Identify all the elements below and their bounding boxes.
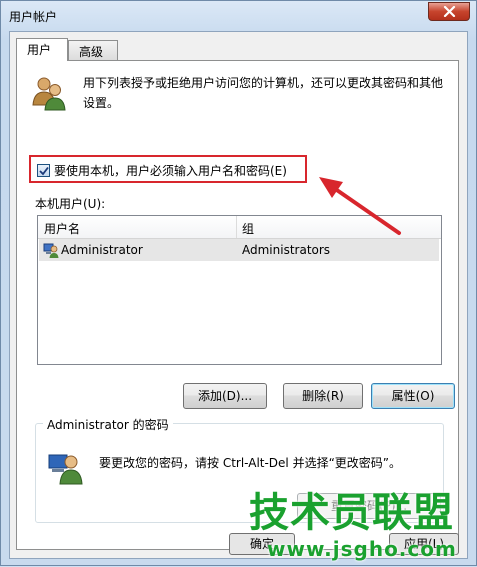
- user-password-icon: [48, 454, 83, 485]
- local-users-label: 本机用户(U):: [35, 197, 106, 211]
- require-login-row[interactable]: 要使用本机，用户必须输入用户名和密码(E): [37, 162, 287, 179]
- intro-text: 用下列表授予或拒绝用户访问您的计算机，还可以更改其密码和其他设置。: [83, 76, 444, 110]
- tab-users-label: 用户: [27, 43, 52, 57]
- column-divider[interactable]: [236, 216, 237, 238]
- close-icon: [443, 6, 456, 17]
- password-group-title: Administrator 的密码: [43, 416, 173, 433]
- column-header-username[interactable]: 用户名: [44, 220, 80, 237]
- remove-user-button[interactable]: 删除(R): [283, 383, 363, 409]
- row-username: Administrator: [61, 243, 143, 257]
- window-title: 用户帐户: [9, 10, 58, 24]
- users-icon: [32, 77, 66, 111]
- users-tab-panel: 用下列表授予或拒绝用户访问您的计算机，还可以更改其密码和其他设置。 要使用本机，…: [16, 60, 459, 550]
- tab-advanced[interactable]: 高级: [68, 40, 118, 60]
- add-user-button[interactable]: 添加(D)...: [183, 383, 267, 409]
- users-listview[interactable]: 用户名 组 Administrator Administrators: [37, 215, 442, 365]
- password-instructions: 要更改您的密码，请按 Ctrl-Alt-Del 并选择“更改密码”。: [99, 456, 402, 470]
- tab-users[interactable]: 用户: [16, 38, 68, 61]
- row-group: Administrators: [242, 243, 331, 257]
- require-login-label: 要使用本机，用户必须输入用户名和密码(E): [54, 164, 287, 178]
- watermark-url: www.jsgho.com: [267, 537, 457, 561]
- checkmark-icon: [39, 166, 49, 176]
- user-account-icon: [43, 243, 59, 258]
- column-header-group[interactable]: 组: [242, 220, 254, 237]
- watermark: 技术员联盟 www.jsgho.com: [233, 491, 465, 563]
- require-login-checkbox[interactable]: [37, 164, 50, 177]
- table-row[interactable]: Administrator Administrators: [39, 239, 439, 261]
- tab-advanced-label: 高级: [79, 45, 104, 59]
- dialog-client-area: 用户 高级 用下列表授予或拒绝用户访问您的计算机，还可以更改其密码和其他设置。: [9, 31, 468, 559]
- listview-header: 用户名 组: [38, 216, 441, 239]
- close-button[interactable]: [428, 2, 470, 21]
- watermark-brand: 技术员联盟: [249, 490, 454, 536]
- properties-button[interactable]: 属性(O): [371, 383, 455, 409]
- user-accounts-window: 用户帐户 用户 高级 用下列表授予或拒绝用户访问您的计算机，还可以更改其密码和其…: [0, 0, 477, 566]
- title-bar[interactable]: 用户帐户: [1, 1, 476, 31]
